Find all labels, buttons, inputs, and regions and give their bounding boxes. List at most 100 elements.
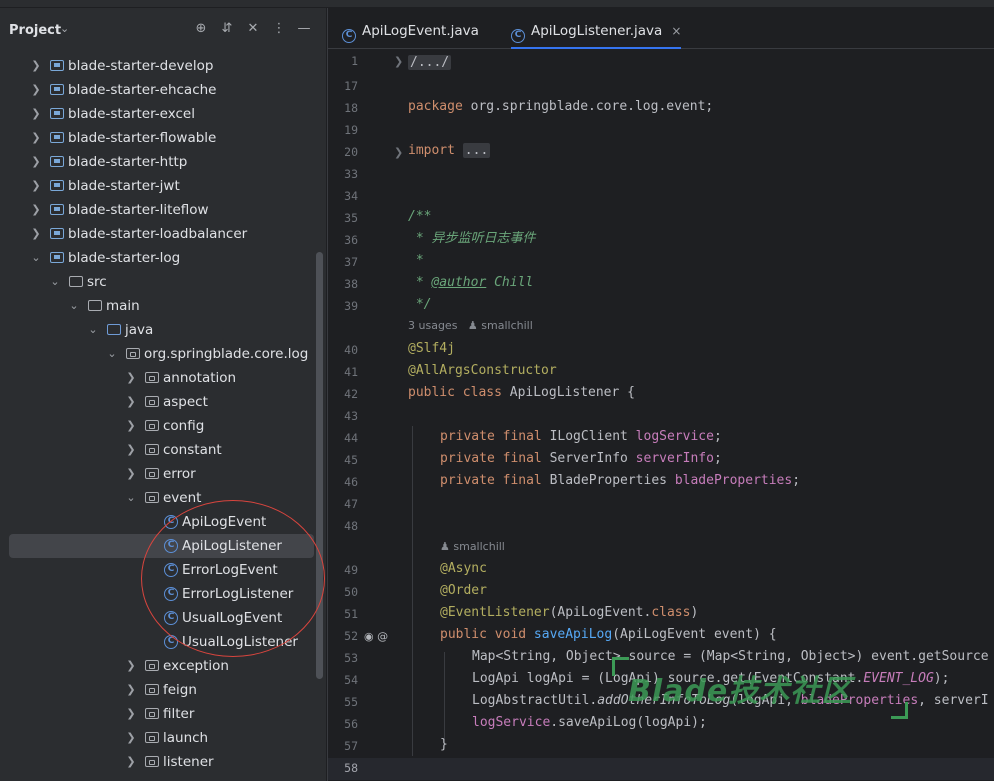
chevron-right-icon[interactable]: ❯ bbox=[30, 102, 42, 126]
chevron-down-icon[interactable]: ⌄ bbox=[106, 342, 118, 366]
semicolon: ; bbox=[713, 429, 722, 444]
code-line: } bbox=[440, 737, 448, 752]
annotation: @EventListener bbox=[440, 605, 550, 620]
project-title[interactable]: Project bbox=[9, 23, 61, 38]
tree-item-label: constant bbox=[163, 442, 222, 458]
chevron-right-icon[interactable]: ❯ bbox=[125, 678, 137, 702]
module-folder-icon bbox=[50, 156, 64, 167]
tree-item-aspect[interactable]: ❯ aspect bbox=[0, 390, 316, 414]
line-number: 37 bbox=[344, 255, 358, 269]
semicolon: ; bbox=[713, 451, 722, 466]
chevron-right-icon[interactable]: ❯ bbox=[30, 54, 42, 78]
tree-item-config[interactable]: ❯ config bbox=[0, 414, 316, 438]
tree-item-label: blade-starter-liteflow bbox=[68, 202, 209, 218]
chevron-down-icon[interactable]: ⌄ bbox=[87, 318, 99, 342]
tree-item-launch[interactable]: ❯ launch bbox=[0, 726, 316, 750]
tree-item-constant[interactable]: ❯ constant bbox=[0, 438, 316, 462]
tree-item-label: blade-starter-jwt bbox=[68, 178, 180, 194]
tree-item-blade-starter-jwt[interactable]: ❯ blade-starter-jwt bbox=[0, 174, 316, 198]
inlay-hint[interactable]: 3 usages ♟ smallchill bbox=[408, 316, 533, 336]
tree-item-java[interactable]: ⌄ java bbox=[0, 318, 316, 342]
code-line: public class ApiLogListener { bbox=[408, 382, 635, 404]
keyword: package bbox=[408, 99, 463, 114]
code-line: /.../ bbox=[408, 52, 452, 74]
chevron-right-icon[interactable]: ❯ bbox=[30, 150, 42, 174]
tab-ApiLogEvent[interactable]: C ApiLogEvent.java bbox=[342, 8, 479, 48]
fold-expand-icon[interactable]: ❯ bbox=[394, 146, 403, 159]
chevron-right-icon[interactable]: ❯ bbox=[125, 726, 137, 750]
field: bladeProperties bbox=[674, 473, 793, 488]
package-icon bbox=[145, 468, 159, 479]
tree-item-filter[interactable]: ❯ filter bbox=[0, 702, 316, 726]
project-scrollbar[interactable] bbox=[316, 252, 323, 679]
tree-item-annotation[interactable]: ❯ annotation bbox=[0, 366, 316, 390]
type: ILogClient bbox=[541, 429, 636, 444]
chevron-right-icon[interactable]: ❯ bbox=[125, 462, 137, 486]
chevron-right-icon[interactable]: ❯ bbox=[125, 750, 137, 774]
module-folder-icon bbox=[50, 108, 64, 119]
project-panel-header: Project ⌄ ⊕ ⇵ ✕ ⋮ — bbox=[0, 8, 326, 54]
more-icon[interactable]: ⋮ bbox=[270, 20, 288, 38]
inlay-hint[interactable]: ♟ smallchill bbox=[440, 537, 505, 557]
code-line: Map<String, Object> source = (Map<String… bbox=[472, 649, 989, 664]
line-number: 19 bbox=[344, 123, 358, 137]
tree-item-error[interactable]: ❯ error bbox=[0, 462, 316, 486]
tree-item-label: blade-starter-develop bbox=[68, 58, 214, 74]
line-number: 53 bbox=[344, 651, 358, 665]
tree-item-blade-starter-liteflow[interactable]: ❯ blade-starter-liteflow bbox=[0, 198, 316, 222]
chevron-right-icon[interactable]: ❯ bbox=[30, 198, 42, 222]
tree-item-label: blade-starter-excel bbox=[68, 106, 195, 122]
package-name: org.springblade.core.log.event; bbox=[462, 99, 714, 114]
crosshair-icon[interactable]: ⊕ bbox=[192, 20, 210, 38]
code-text: ) bbox=[690, 605, 699, 620]
fold-expand-icon[interactable]: ❯ bbox=[394, 55, 403, 68]
tree-item-blade-starter-loadbalancer[interactable]: ❯ blade-starter-loadbalancer bbox=[0, 222, 316, 246]
tree-item-package-root[interactable]: ⌄ org.springblade.core.log bbox=[0, 342, 316, 366]
tree-item-blade-starter-ehcache[interactable]: ❯ blade-starter-ehcache bbox=[0, 78, 316, 102]
tree-item-blade-starter-log[interactable]: ⌄ blade-starter-log bbox=[0, 246, 316, 270]
chevron-right-icon[interactable]: ❯ bbox=[30, 78, 42, 102]
chevron-right-icon[interactable]: ❯ bbox=[125, 438, 137, 462]
close-icon[interactable]: ✕ bbox=[244, 20, 262, 38]
tree-item-label: error bbox=[163, 466, 196, 482]
module-folder-icon bbox=[50, 84, 64, 95]
line-number: 1 bbox=[351, 54, 358, 68]
code-line: import ... bbox=[408, 140, 491, 162]
chevron-down-icon[interactable]: ⌄ bbox=[30, 246, 42, 270]
chevron-right-icon[interactable]: ❯ bbox=[125, 366, 137, 390]
line-number: 58 bbox=[344, 761, 358, 775]
chevron-down-icon[interactable]: ⌄ bbox=[125, 486, 137, 510]
tree-item-main[interactable]: ⌄ main bbox=[0, 294, 316, 318]
chevron-right-icon[interactable]: ❯ bbox=[30, 222, 42, 246]
close-tab-icon[interactable]: × bbox=[671, 24, 681, 38]
chevron-right-icon[interactable]: ❯ bbox=[125, 654, 137, 678]
minimize-icon[interactable]: — bbox=[295, 20, 313, 38]
chevron-right-icon[interactable]: ❯ bbox=[125, 702, 137, 726]
chevron-down-icon[interactable]: ⌄ bbox=[49, 270, 61, 294]
tree-item-blade-starter-excel[interactable]: ❯ blade-starter-excel bbox=[0, 102, 316, 126]
keyword: import bbox=[408, 143, 455, 158]
tree-item-listener[interactable]: ❯ listener bbox=[0, 750, 316, 774]
line-number: 55 bbox=[344, 695, 358, 709]
tab-ApiLogListener[interactable]: C ApiLogListener.java × bbox=[511, 8, 682, 49]
tree-item-exception[interactable]: ❯ exception bbox=[0, 654, 316, 678]
folded-imports[interactable]: ... bbox=[462, 143, 491, 158]
usages-hint[interactable]: 3 usages bbox=[408, 319, 457, 332]
code-line: private final ILogClient logService; bbox=[440, 426, 722, 448]
tree-item-blade-starter-develop[interactable]: ❯ blade-starter-develop bbox=[0, 54, 316, 78]
tree-item-blade-starter-flowable[interactable]: ❯ blade-starter-flowable bbox=[0, 126, 316, 150]
tree-item-blade-starter-http[interactable]: ❯ blade-starter-http bbox=[0, 150, 316, 174]
chevron-down-icon[interactable]: ⌄ bbox=[68, 294, 80, 318]
chevron-right-icon[interactable]: ❯ bbox=[30, 126, 42, 150]
author-hint[interactable]: smallchill bbox=[453, 540, 505, 553]
expand-collapse-icon[interactable]: ⇵ bbox=[218, 20, 236, 38]
chevron-right-icon[interactable]: ❯ bbox=[125, 390, 137, 414]
chevron-right-icon[interactable]: ❯ bbox=[125, 414, 137, 438]
event-listener-gutter-icon[interactable]: ◉ @ bbox=[364, 630, 388, 643]
chevron-down-icon[interactable]: ⌄ bbox=[60, 22, 69, 35]
tree-item-src[interactable]: ⌄ src bbox=[0, 270, 316, 294]
author-hint[interactable]: smallchill bbox=[481, 319, 533, 332]
folded-header[interactable]: /.../ bbox=[408, 55, 452, 70]
tree-item-feign[interactable]: ❯ feign bbox=[0, 678, 316, 702]
chevron-right-icon[interactable]: ❯ bbox=[30, 174, 42, 198]
